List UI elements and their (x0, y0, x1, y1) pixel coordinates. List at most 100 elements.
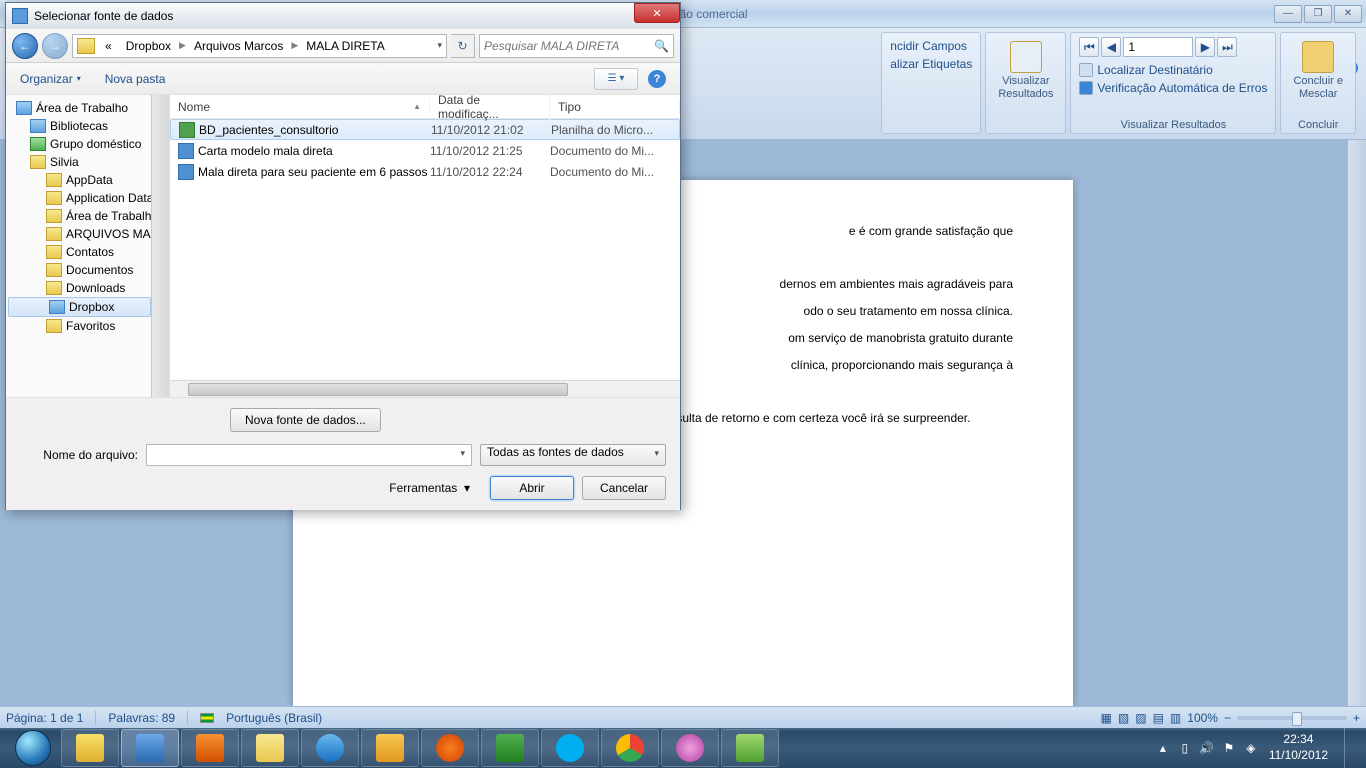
tools-button[interactable]: Ferramentas ▾ (389, 481, 470, 495)
volume-icon[interactable]: 🔊 (1199, 740, 1215, 756)
tree-downloads[interactable]: Downloads (6, 279, 169, 297)
show-desktop-button[interactable] (1344, 728, 1354, 768)
horizontal-scrollbar[interactable] (170, 380, 680, 397)
maximize-button[interactable]: ❐ (1304, 5, 1332, 23)
ie-taskbar-button[interactable] (301, 729, 359, 767)
breadcrumb-seg[interactable]: MALA DIRETA (300, 39, 390, 53)
back-button[interactable]: ← (12, 33, 38, 59)
page-status[interactable]: Página: 1 de 1 (6, 711, 83, 725)
chevron-down-icon[interactable]: ▾ (437, 40, 442, 51)
network-icon[interactable]: ◈ (1243, 740, 1259, 756)
col-name[interactable]: Nome▲ (170, 100, 430, 114)
homegroup-icon (30, 137, 46, 151)
match-fields-button[interactable]: ncidir Campos (890, 37, 972, 55)
breadcrumb-seg[interactable]: Dropbox (120, 39, 177, 53)
chevron-right-icon[interactable]: ▶ (291, 40, 298, 51)
chevron-right-icon[interactable]: ▶ (179, 40, 186, 51)
group-preview-results: Visualizar Resultados (1079, 119, 1267, 131)
notes-taskbar-button[interactable] (241, 729, 299, 767)
search-input[interactable] (484, 39, 654, 53)
tree-homegroup[interactable]: Grupo doméstico (6, 135, 169, 153)
tree-favoritos[interactable]: Favoritos (6, 317, 169, 335)
file-type-filter[interactable]: Todas as fontes de dados (480, 444, 666, 466)
close-button[interactable]: ✕ (1334, 5, 1362, 23)
first-record-button[interactable]: ⏮ (1079, 37, 1099, 57)
draft-view[interactable]: ▥ (1170, 711, 1181, 725)
finish-merge-button[interactable]: Concluir e Mesclar (1289, 37, 1347, 105)
explorer-taskbar-button[interactable] (61, 729, 119, 767)
next-record-button[interactable]: ▶ (1195, 37, 1215, 57)
search-box[interactable]: 🔍 (479, 34, 674, 58)
mediaplayer-taskbar-button[interactable] (181, 729, 239, 767)
battery-icon[interactable]: ▯ (1177, 740, 1193, 756)
file-row[interactable]: BD_pacientes_consultorio 11/10/2012 21:0… (170, 119, 680, 140)
outline-view[interactable]: ▤ (1153, 711, 1164, 725)
word-taskbar-button[interactable] (121, 729, 179, 767)
breadcrumb[interactable]: « Dropbox ▶ Arquivos Marcos ▶ MALA DIRET… (72, 34, 447, 58)
last-record-button[interactable]: ⏭ (1217, 37, 1237, 57)
print-layout-view[interactable]: ▦ (1101, 711, 1112, 725)
fullscreen-view[interactable]: ▧ (1118, 711, 1129, 725)
messenger-taskbar-button[interactable] (721, 729, 779, 767)
refresh-button[interactable]: ↻ (451, 34, 475, 58)
zoom-out-button[interactable]: − (1224, 711, 1231, 725)
search-icon[interactable]: 🔍 (654, 39, 669, 53)
view-button[interactable]: ☰ ▾ (594, 68, 638, 90)
zoom-value[interactable]: 100% (1187, 711, 1218, 725)
open-button[interactable]: Abrir (490, 476, 574, 500)
excel-taskbar-button[interactable] (481, 729, 539, 767)
tree-desktop2[interactable]: Área de Trabalho (6, 207, 169, 225)
language-status[interactable]: Português (Brasil) (226, 711, 322, 725)
system-tray: ▴ ▯ 🔊 ⚑ ◈ 22:34 11/10/2012 (1155, 728, 1360, 768)
update-labels-button[interactable]: alizar Etiquetas (890, 55, 972, 73)
tree-libraries[interactable]: Bibliotecas (6, 117, 169, 135)
file-row[interactable]: Mala direta para seu paciente em 6 passo… (170, 161, 680, 182)
firefox-taskbar-button[interactable] (421, 729, 479, 767)
record-number-input[interactable] (1123, 37, 1193, 57)
word-file-icon (178, 164, 194, 180)
outlook-taskbar-button[interactable] (361, 729, 419, 767)
dialog-help-icon[interactable]: ? (648, 70, 666, 88)
tree-user[interactable]: Silvia (6, 153, 169, 171)
filename-input[interactable] (146, 444, 472, 466)
col-date[interactable]: Data de modificaç... (430, 93, 550, 121)
web-view[interactable]: ▨ (1135, 711, 1146, 725)
tree-appdata2[interactable]: Application Data (6, 189, 169, 207)
new-folder-button[interactable]: Nova pasta (105, 72, 166, 86)
app-taskbar-button[interactable] (661, 729, 719, 767)
zoom-slider[interactable] (1237, 716, 1347, 720)
minimize-button[interactable]: — (1274, 5, 1302, 23)
new-data-source-button[interactable]: Nova fonte de dados... (230, 408, 381, 432)
word-count[interactable]: Palavras: 89 (108, 711, 175, 725)
preview-results-button[interactable]: Visualizar Resultados (994, 37, 1057, 105)
tree-desktop[interactable]: Área de Trabalho (6, 99, 169, 117)
cancel-button[interactable]: Cancelar (582, 476, 666, 500)
find-recipient-button[interactable]: Localizar Destinatário (1079, 61, 1267, 79)
tree-contatos[interactable]: Contatos (6, 243, 169, 261)
tray-up-icon[interactable]: ▴ (1155, 740, 1171, 756)
tree-documentos[interactable]: Documentos (6, 261, 169, 279)
clock[interactable]: 22:34 11/10/2012 (1269, 732, 1328, 763)
breadcrumb-seg[interactable]: Arquivos Marcos (188, 39, 289, 53)
zoom-in-button[interactable]: + (1353, 711, 1360, 725)
prev-record-button[interactable]: ◀ (1101, 37, 1121, 57)
start-button[interactable] (6, 728, 60, 768)
tree-dropbox[interactable]: Dropbox (8, 297, 151, 317)
organize-button[interactable]: Organizar ▾ (20, 72, 81, 86)
file-list[interactable]: Nome▲ Data de modificaç... Tipo BD_pacie… (170, 95, 680, 397)
chrome-taskbar-button[interactable] (601, 729, 659, 767)
folder-icon (46, 209, 62, 223)
tree-appdata[interactable]: AppData (6, 171, 169, 189)
skype-taskbar-button[interactable] (541, 729, 599, 767)
folder-tree[interactable]: Área de Trabalho Bibliotecas Grupo domés… (6, 95, 170, 397)
forward-button[interactable]: → (42, 33, 68, 59)
finish-merge-icon (1302, 41, 1334, 73)
dialog-close-button[interactable]: ✕ (634, 3, 680, 23)
action-center-icon[interactable]: ⚑ (1221, 740, 1237, 756)
col-type[interactable]: Tipo (550, 100, 680, 114)
auto-check-errors-button[interactable]: Verificação Automática de Erros (1079, 79, 1267, 97)
breadcrumb-prefix[interactable]: « (99, 39, 118, 53)
folder-icon (46, 245, 62, 259)
tree-arquivos[interactable]: ARQUIVOS MA (6, 225, 169, 243)
file-row[interactable]: Carta modelo mala direta 11/10/2012 21:2… (170, 140, 680, 161)
